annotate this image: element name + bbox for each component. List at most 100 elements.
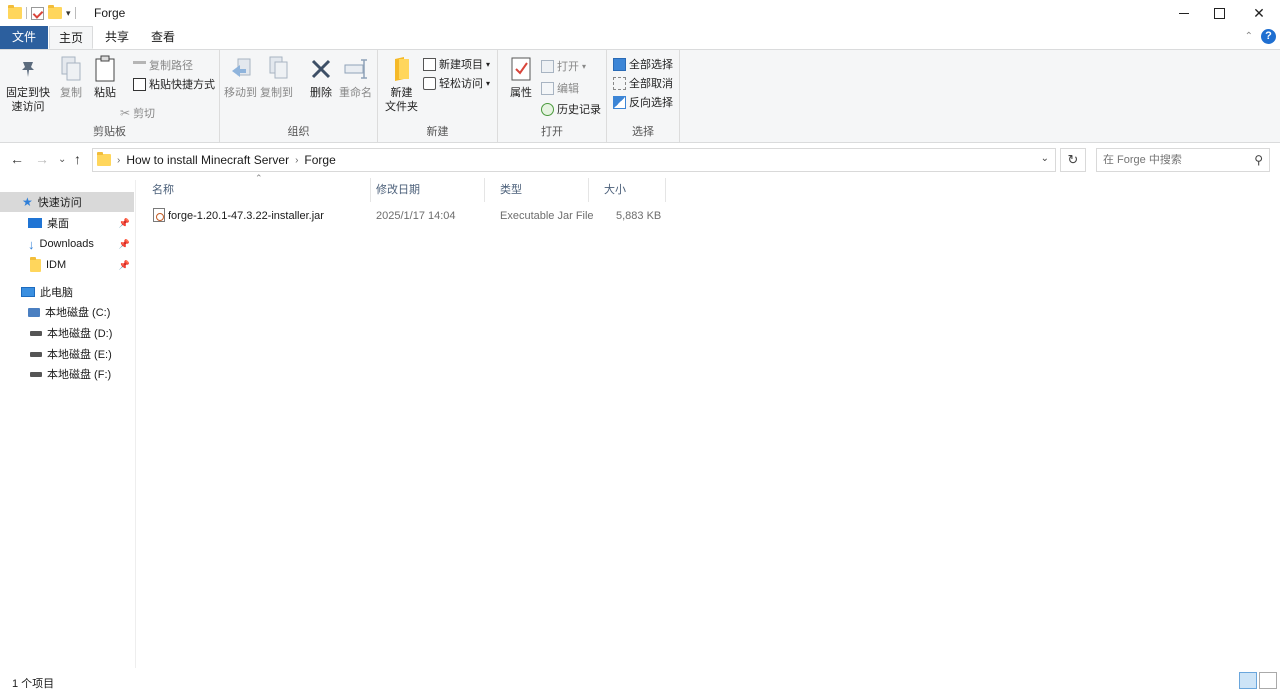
tab-share[interactable]: 共享 [95,26,139,49]
back-arrow-icon[interactable]: ← [10,151,24,167]
invert-selection-button[interactable]: 反向选择 [613,94,673,110]
cut-button[interactable]: ✂ 剪切 [120,105,155,121]
clipboard-group: 固定到快 速访问 复制 粘贴 复制路径 粘贴快捷方式 ✂ 剪切 剪贴板 [0,50,220,142]
up-arrow-icon[interactable]: ↑ [74,151,81,167]
maximize-button[interactable] [1199,0,1239,26]
nav-item-label: 本地磁盘 (E:) [47,349,112,361]
customize-qat-icon[interactable]: ▾ [66,8,71,19]
file-name: forge-1.20.1-47.3.22-installer.jar [168,210,324,222]
breadcrumb-item[interactable]: Forge [304,153,335,167]
rename-label: 重命名 [339,87,372,99]
details-view-icon[interactable] [1239,672,1257,689]
tab-view[interactable]: 查看 [141,26,185,49]
edit-button[interactable]: 编辑 [541,80,579,96]
new-folder-qat-icon[interactable] [48,5,62,19]
tab-home[interactable]: 主页 [49,26,93,49]
new-item-label: 新建项目 [439,59,483,71]
cut-label: 剪切 [133,108,156,120]
forward-arrow-icon[interactable]: → [35,151,49,167]
column-header-size[interactable]: 大小 [589,178,666,202]
open-icon [541,59,554,73]
paste-shortcut-button[interactable]: 粘贴快捷方式 [133,76,215,92]
nav-item-drive-d[interactable]: 本地磁盘 (D:) [0,323,134,343]
refresh-button[interactable]: ↻ [1060,148,1086,172]
move-to-icon [226,54,256,84]
pin-label-line1: 固定到快 [6,87,50,99]
nav-item-this-pc[interactable]: 此电脑 [0,282,134,302]
file-size: 5,883 KB [616,210,662,222]
file-type: Executable Jar File [500,210,594,222]
rename-button[interactable]: 重命名 [339,54,372,100]
nav-item-drive-f[interactable]: 本地磁盘 (F:) [0,364,134,384]
history-icon [541,102,554,116]
pin-icon[interactable]: 📌 [119,239,130,250]
breadcrumb-item[interactable]: How to install Minecraft Server [126,153,289,167]
edit-icon [541,81,554,95]
pin-to-quick-access-button[interactable]: 固定到快 速访问 [6,54,50,114]
nav-item-drive-e[interactable]: 本地磁盘 (E:) [0,344,134,364]
large-icons-view-icon[interactable] [1259,672,1277,689]
copy-label: 复制 [60,87,82,99]
file-row[interactable]: forge-1.20.1-47.3.22-installer.jar 2025/… [137,205,677,227]
column-header-modified[interactable]: 修改日期 [361,178,485,202]
nav-item-idm[interactable]: IDM 📌 [0,255,134,275]
pin-icon[interactable]: 📌 [119,218,130,229]
recent-locations-icon[interactable]: ⌄ [58,154,66,165]
breadcrumb-separator-icon[interactable]: › [117,155,120,166]
invert-selection-icon [613,95,626,109]
breadcrumb-separator-icon[interactable]: › [295,155,298,166]
address-bar[interactable]: › How to install Minecraft Server › Forg… [92,148,1056,172]
new-folder-button[interactable]: 新建 文件夹 [385,54,418,114]
clipboard-group-label: 剪贴板 [93,126,126,138]
properties-qat-icon[interactable] [31,6,44,20]
jar-file-icon [153,208,165,222]
organize-group: 移动到 复制到 删除 重命名 组织 [220,50,378,142]
paste-button[interactable]: 粘贴 [90,54,120,100]
file-name-cell[interactable]: forge-1.20.1-47.3.22-installer.jar [153,205,324,227]
pin-label-line2: 速访问 [11,101,45,113]
history-button[interactable]: 历史记录 [541,101,601,117]
pin-icon [13,54,43,84]
new-item-button[interactable]: 新建项目 ▾ [423,56,490,72]
nav-item-label: Downloads [39,238,94,250]
new-group-label: 新建 [426,126,449,138]
search-icon[interactable]: ⚲ [1254,153,1263,167]
open-button[interactable]: 打开 ▾ [541,58,586,74]
column-header-name[interactable]: 名称 [137,178,371,202]
open-label: 打开 [557,61,579,73]
search-input[interactable] [1103,154,1243,166]
nav-item-drive-c[interactable]: 本地磁盘 (C:) [0,302,134,322]
delete-icon [306,54,336,84]
move-to-button[interactable]: 移动到 [224,54,257,100]
delete-button[interactable]: 删除 [306,54,336,100]
column-header-type[interactable]: 类型 [485,178,589,202]
title-bar: ▾ Forge ✕ [0,0,1280,26]
dropdown-icon: ▾ [582,61,587,71]
folder-icon [30,256,41,272]
copy-to-button[interactable]: 复制到 [260,54,293,100]
paste-label: 粘贴 [94,87,116,99]
qat-separator [26,7,27,19]
nav-item-quick-access[interactable]: ★ 快速访问 [0,192,134,212]
help-icon[interactable]: ? [1261,29,1276,44]
chevron-down-icon[interactable]: ⌄ [1041,153,1049,164]
minimize-ribbon-icon[interactable]: ⌃ [1245,31,1253,42]
nav-item-label: IDM [46,259,67,271]
folder-icon [8,5,22,19]
select-all-label: 全部选择 [629,59,673,71]
nav-item-desktop[interactable]: 桌面 📌 [0,213,134,233]
copy-button[interactable]: 复制 [56,54,86,100]
properties-button[interactable]: 属性 [506,54,536,100]
select-none-button[interactable]: 全部取消 [613,75,673,91]
dropdown-icon: ▾ [486,59,491,69]
select-all-icon [613,57,626,71]
pin-icon[interactable]: 📌 [119,260,130,271]
copy-path-button[interactable]: 复制路径 [133,57,193,73]
minimize-button[interactable] [1164,0,1204,26]
select-all-button[interactable]: 全部选择 [613,56,673,72]
close-button[interactable]: ✕ [1239,0,1279,26]
easy-access-button[interactable]: 轻松访问 ▾ [423,75,490,91]
paste-shortcut-label: 粘贴快捷方式 [149,79,215,91]
tab-file[interactable]: 文件 [0,26,48,49]
nav-item-downloads[interactable]: ↓ Downloads 📌 [0,234,134,254]
